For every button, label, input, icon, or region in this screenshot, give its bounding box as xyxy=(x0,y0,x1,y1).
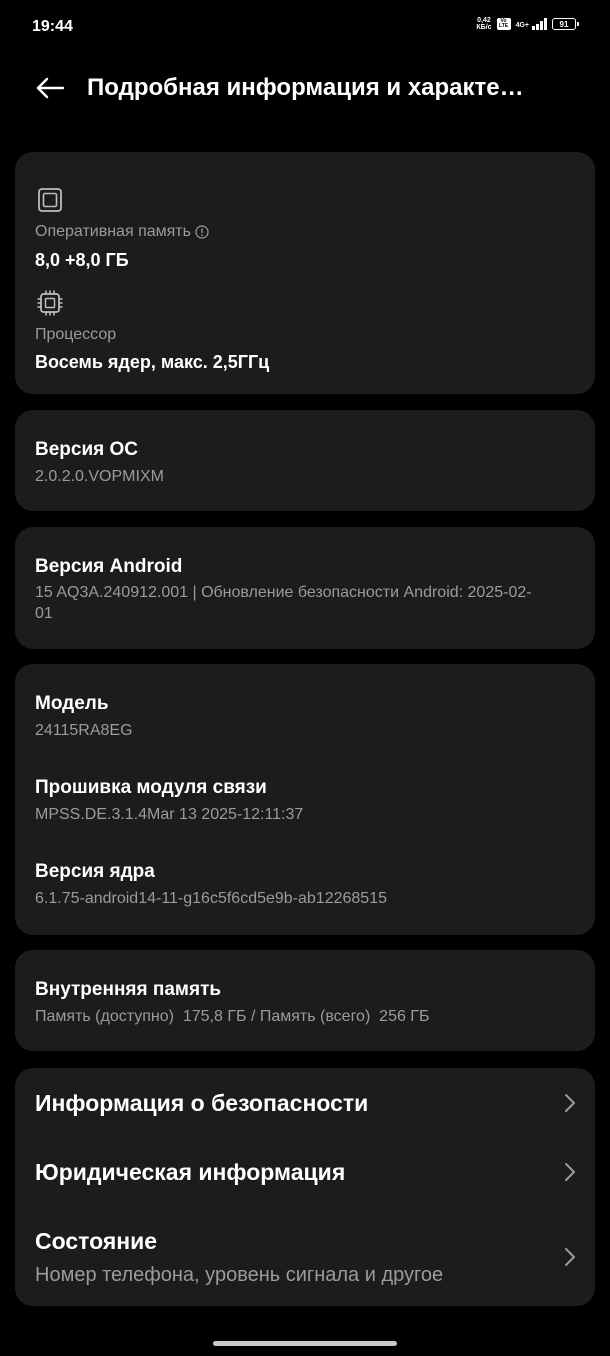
os-version-title: Версия ОС xyxy=(35,439,139,460)
status-link[interactable]: Состояние Номер телефона, уровень сигнал… xyxy=(15,1208,595,1306)
back-button[interactable] xyxy=(30,72,70,104)
security-info-link[interactable]: Информация о безопасности xyxy=(15,1068,595,1138)
ram-label: Оперативная память xyxy=(35,223,191,240)
os-version-card[interactable]: Версия ОС 2.0.2.0.VOPMIXM xyxy=(15,410,595,511)
ram-label-row: Оперативная память xyxy=(35,223,209,241)
kernel-title: Версия ядра xyxy=(35,861,155,882)
link-subtitle: Номер телефона, уровень сигнала и другое xyxy=(35,1264,444,1286)
os-version-value: 2.0.2.0.VOPMIXM xyxy=(35,468,164,485)
model-value: 24115RA8EG xyxy=(35,722,133,739)
ram-value: 8,0 +8,0 ГБ xyxy=(35,250,129,270)
cellular-signal-icon: 4G+ xyxy=(516,18,547,30)
home-indicator[interactable] xyxy=(213,1341,397,1346)
android-version-value: 15 AQ3A.240912.001 | Обновление безопасн… xyxy=(35,584,532,622)
battery-icon: 91 xyxy=(552,18,579,30)
status-bar: 19:44 0,42 КБ/с Vo LTE 4G+ 91 xyxy=(0,0,610,56)
links-card: Информация о безопасности Юридическая ин… xyxy=(15,1068,595,1306)
hardware-card: Оперативная память 8,0 +8,0 ГБ Процессор… xyxy=(15,152,595,394)
device-details-card: Модель 24115RA8EG Прошивка модуля связи … xyxy=(15,664,595,935)
link-title: Юридическая информация xyxy=(35,1159,346,1185)
link-title: Информация о безопасности xyxy=(35,1090,369,1116)
network-speed-indicator: 0,42 КБ/с xyxy=(476,17,491,31)
signal-bars xyxy=(532,18,547,30)
storage-title: Внутренняя память xyxy=(35,979,222,1000)
network-type-label: 4G+ xyxy=(515,22,529,29)
chevron-right-icon xyxy=(565,1094,575,1112)
page-title: Подробная информация и характер… xyxy=(87,74,537,101)
network-speed-value: 0,42 xyxy=(477,17,491,24)
volte-icon: Vo LTE xyxy=(496,18,511,30)
cpu-value: Восемь ядер, макс. 2,5ГГц xyxy=(35,352,270,372)
android-version-card[interactable]: Версия Android 15 AQ3A.240912.001 | Обно… xyxy=(15,527,595,649)
link-title: Состояние xyxy=(35,1228,158,1254)
info-circle-icon[interactable] xyxy=(195,225,209,239)
android-version-title: Версия Android xyxy=(35,556,183,577)
chevron-right-icon xyxy=(565,1248,575,1266)
model-title: Модель xyxy=(35,693,109,714)
kernel-value: 6.1.75-android14-11-g16c5f6cd5e9b-ab1226… xyxy=(35,890,387,907)
memory-chip-icon xyxy=(38,188,62,212)
storage-value: Память (доступно) 175,8 ГБ / Память (все… xyxy=(35,1008,430,1025)
network-speed-unit: КБ/с xyxy=(476,24,492,31)
battery-level: 91 xyxy=(559,19,569,29)
legal-info-link[interactable]: Юридическая информация xyxy=(15,1138,595,1208)
baseband-title: Прошивка модуля связи xyxy=(35,777,267,798)
status-icons: 0,42 КБ/с Vo LTE 4G+ 91 xyxy=(476,17,579,31)
volte-line2: LTE xyxy=(499,23,509,29)
baseband-value: MPSS.DE.3.1.4Mar 13 2025-12:11:37 xyxy=(35,806,304,823)
app-bar: Подробная информация и характер… xyxy=(0,60,610,116)
storage-card[interactable]: Внутренняя память Память (доступно) 175,… xyxy=(15,950,595,1051)
processor-chip-icon xyxy=(37,290,63,316)
cpu-label: Процессор xyxy=(35,326,117,343)
chevron-right-icon xyxy=(565,1163,575,1181)
arrow-left-icon xyxy=(36,77,65,99)
status-time: 19:44 xyxy=(32,18,73,35)
